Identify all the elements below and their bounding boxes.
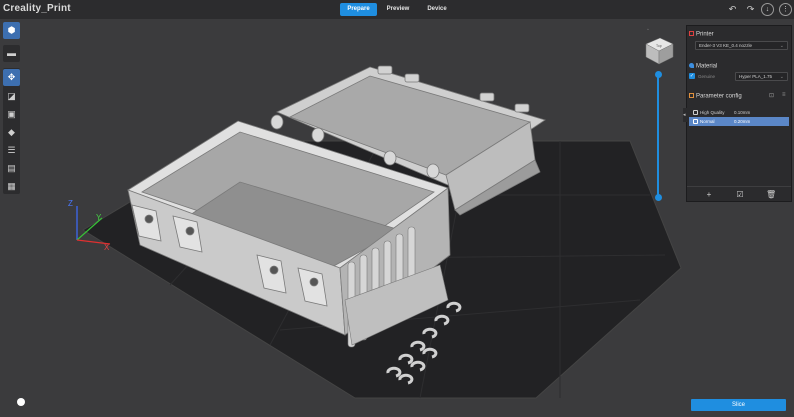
material-select[interactable]: Hyper PLA_1.75 ⌄ — [735, 72, 788, 81]
printer-section-title: Printer — [689, 31, 714, 38]
y-axis-label: Y — [96, 213, 102, 222]
3d-viewport[interactable]: Z Y X Top — [0, 19, 794, 417]
printer-select-value: Ender-3 V3 KE_0.4 nozzle — [699, 43, 753, 48]
scene: Z Y X Top — [68, 37, 682, 399]
parameter-row-high-quality[interactable]: High Quality 0.10mm — [689, 108, 789, 117]
parameter-icon — [689, 93, 694, 98]
redo-icon[interactable]: ↷ — [744, 3, 757, 16]
tab-prepare[interactable]: Prepare — [340, 3, 377, 16]
panel-toggle-icon[interactable]: ◂ — [683, 108, 687, 122]
chevron-down-icon: ⌄ — [779, 43, 784, 49]
undo-icon[interactable]: ↶ — [726, 3, 739, 16]
save-profile-icon[interactable]: ☑ — [735, 190, 745, 200]
material-title-text: Material — [696, 63, 718, 70]
chevron-down-icon: ⌄ — [779, 74, 784, 80]
view-cube-top-label: Top — [656, 44, 662, 48]
settings-panel: ◂ Printer Ender-3 V3 KE_0.4 nozzle ⌄ Mat… — [683, 25, 792, 202]
add-profile-icon[interactable]: + — [704, 190, 714, 200]
move-icon[interactable]: ✥ — [3, 69, 20, 86]
list-icon[interactable]: ☰ — [3, 142, 20, 159]
tab-device[interactable]: Device — [421, 3, 453, 16]
material-slot-label: Genuine — [698, 74, 716, 79]
layer-slider-bottom-handle[interactable] — [655, 194, 662, 201]
material-section-title: Material — [689, 63, 717, 70]
arrange-icon[interactable]: ▦ — [3, 178, 20, 195]
open-folder-icon[interactable]: ▬ — [3, 45, 20, 62]
printer-title-text: Printer — [696, 31, 714, 38]
material-select-value: Hyper PLA_1.75 — [739, 74, 773, 79]
scale-icon[interactable]: ◪ — [3, 88, 20, 105]
more-icon[interactable]: ≡ — [782, 92, 786, 98]
edit-icon[interactable]: ⊡ — [769, 92, 774, 99]
layer-slider-track[interactable] — [657, 75, 659, 197]
parameter-row-name: Normal — [700, 119, 715, 124]
profile-icon — [693, 119, 698, 124]
material-checkbox[interactable]: ✓ — [689, 73, 695, 79]
profile-icon — [693, 110, 698, 115]
add-model-icon[interactable]: ⬢ — [3, 22, 20, 39]
slice-button[interactable]: Slice — [691, 399, 786, 411]
parameter-row-name: High Quality — [700, 110, 725, 115]
parameter-row-normal[interactable]: Normal 0.20mm — [689, 117, 789, 126]
tab-preview[interactable]: Preview — [382, 3, 414, 16]
app-title: Creality_Print — [3, 3, 71, 14]
printer-select[interactable]: Ender-3 V3 KE_0.4 nozzle ⌄ — [695, 41, 788, 50]
parameter-row-value: 0.20mm — [734, 119, 751, 124]
parameter-row-value: 0.10mm — [734, 110, 751, 115]
rotate-icon[interactable]: ▣ — [3, 106, 20, 123]
layer-slider-top-handle[interactable] — [655, 71, 662, 78]
collapse-icon[interactable]: ◦ — [647, 27, 652, 33]
delete-profile-icon[interactable]: 🗑 — [766, 190, 776, 200]
support-icon[interactable]: ▤ — [3, 160, 20, 177]
menu-icon[interactable]: ⋮ — [779, 3, 792, 16]
paint-icon[interactable]: ◆ — [3, 124, 20, 141]
view-cube[interactable]: Top — [645, 37, 674, 65]
parameter-section-title: Parameter config — [689, 93, 742, 100]
parameter-title-text: Parameter config — [696, 93, 742, 100]
panel-footer: + ☑ 🗑 — [687, 186, 791, 202]
material-icon — [689, 63, 694, 68]
x-axis-label: X — [104, 243, 110, 252]
info-icon[interactable] — [17, 398, 25, 406]
z-axis-label: Z — [68, 199, 73, 208]
download-icon[interactable]: ↓ — [761, 3, 774, 16]
printer-icon — [689, 31, 694, 36]
top-bar: Creality_Print Prepare Preview Device ↶ … — [0, 0, 794, 19]
